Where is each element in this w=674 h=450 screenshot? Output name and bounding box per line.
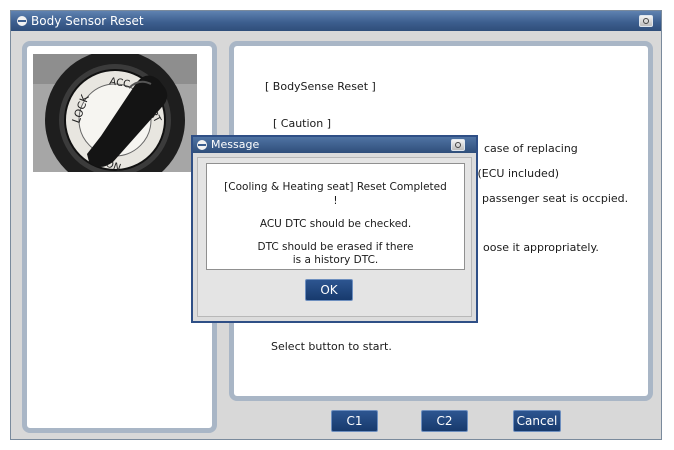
- dialog-menu-icon[interactable]: [197, 140, 207, 150]
- dialog-camera-icon[interactable]: [451, 139, 465, 151]
- ignition-switch-image: LOCK ACC START ON: [33, 54, 197, 172]
- message-line-1: [Cooling & Heating seat] Reset Completed: [224, 181, 447, 193]
- window-menu-icon[interactable]: [17, 16, 27, 26]
- ok-button[interactable]: OK: [305, 279, 353, 301]
- c1-button[interactable]: C1: [331, 410, 378, 432]
- ignition-switch-photo: LOCK ACC START ON: [33, 54, 197, 172]
- window-title: Body Sensor Reset: [31, 14, 144, 28]
- c2-button[interactable]: C2: [421, 410, 468, 432]
- start-prompt: Select button to start.: [271, 340, 392, 353]
- message-line-3: ACU DTC should be checked.: [259, 218, 412, 230]
- caution-line-4: oose it appropriately.: [483, 241, 599, 254]
- dialog-body: [Cooling & Heating seat] Reset Completed…: [197, 157, 472, 317]
- caution-heading: [ Caution ]: [273, 117, 332, 130]
- message-line-5: is a history DTC.: [292, 254, 379, 266]
- message-line-4: DTC should be erased if there: [257, 241, 414, 253]
- message-text-box: [Cooling & Heating seat] Reset Completed…: [206, 163, 465, 270]
- caution-line-1: case of replacing: [484, 142, 578, 155]
- dialog-title-bar: Message: [193, 137, 476, 153]
- cancel-button[interactable]: Cancel: [513, 410, 561, 432]
- screenshot-camera-icon[interactable]: [639, 15, 653, 27]
- dialog-title: Message: [211, 138, 260, 151]
- title-bar: Body Sensor Reset: [11, 11, 661, 31]
- message-line-2: !: [333, 195, 338, 207]
- caution-line-3: passenger seat is occpied.: [482, 192, 629, 205]
- message-dialog: Message [Cooling & Heating seat] Reset C…: [191, 135, 478, 323]
- caution-line-2: ly.(ECU included): [466, 167, 560, 180]
- reset-heading: [ BodySense Reset ]: [265, 80, 376, 93]
